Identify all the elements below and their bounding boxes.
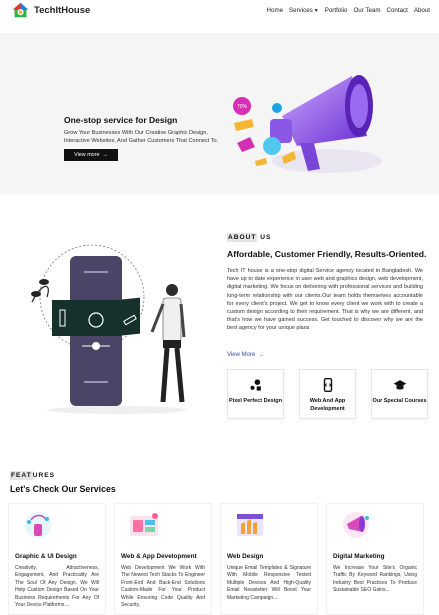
- design-tools-icon: [25, 512, 51, 538]
- service-text: Creativity, Attractiveness, Engagement, …: [15, 565, 99, 609]
- about-text: Tech IT house is a one-stop digital Serv…: [227, 268, 423, 332]
- service-title: Graphic & UI Design: [15, 553, 77, 560]
- main-menu: Home Services▼ Portfolio Our Team Contac…: [267, 7, 430, 14]
- megaphone-illustration: 70%: [233, 75, 382, 173]
- menu-home[interactable]: Home: [267, 7, 284, 14]
- shapes-icon: [249, 379, 261, 391]
- features-title: Let's Check Our Services: [10, 484, 116, 494]
- hero-text: Grow Your Businesses With Our Creative G…: [64, 130, 219, 144]
- service-title: Web Design: [227, 553, 264, 560]
- top-navbar: TechItHouse Home Services▼ Portfolio Our…: [0, 0, 439, 30]
- chevron-down-icon: ▼: [313, 8, 319, 14]
- service-card-web-design[interactable]: Web Design Unique Email Templates & Sign…: [220, 503, 318, 615]
- mobile-code-icon: [323, 378, 332, 392]
- view-more-button[interactable]: View more →: [64, 149, 118, 161]
- about-title: Affordable, Customer Friendly, Results-O…: [227, 249, 427, 259]
- card-pixel-perfect-design[interactable]: Pixel Perfect Design: [227, 369, 284, 419]
- view-more-label: View more: [74, 152, 100, 158]
- arrow-right-icon: →: [258, 352, 265, 358]
- brand-name[interactable]: TechItHouse: [34, 5, 90, 16]
- megaphone-icon: [343, 512, 369, 538]
- menu-about[interactable]: About: [414, 7, 430, 14]
- hero-title: One-stop service for Design: [64, 115, 178, 125]
- service-text: Web Development We Work With The Newest …: [121, 565, 205, 609]
- service-card-digital-marketing[interactable]: Digital Marketing We Increase Your Site'…: [326, 503, 424, 615]
- about-kicker: ABOUT US: [227, 233, 272, 242]
- hero-section: One-stop service for Design Grow Your Bu…: [0, 33, 439, 195]
- service-title: Web & App Development: [121, 553, 197, 560]
- card-label: Pixel Perfect Design: [229, 398, 282, 404]
- service-title: Digital Marketing: [333, 553, 385, 560]
- view-more-link-label: View More: [227, 352, 256, 358]
- graduation-cap-icon: [393, 380, 406, 390]
- card-web-app-development[interactable]: Web And App Development: [299, 369, 356, 419]
- features-kicker-rest: URES: [32, 472, 56, 479]
- service-card-web-app[interactable]: Web & App Development Web Development We…: [114, 503, 212, 615]
- menu-our-team[interactable]: Our Team: [353, 7, 380, 14]
- about-kicker-rest: US: [257, 234, 272, 241]
- hero-badge-text: 70%: [237, 104, 248, 110]
- about-kicker-highlight: ABOUT: [227, 233, 258, 242]
- menu-services[interactable]: Services▼: [289, 7, 319, 14]
- service-text: Unique Email Templates & Signature With …: [227, 565, 311, 601]
- card-label: Web And App Development: [309, 398, 346, 412]
- about-feature-cards: Pixel Perfect Design Web And App Develop…: [227, 369, 428, 419]
- service-text: We Increase Your Site's Organic Traffic …: [333, 565, 417, 594]
- arrow-right-icon: →: [102, 152, 108, 158]
- service-card-graphic-ui[interactable]: Graphic & UI Design Creativity, Attracti…: [8, 503, 106, 615]
- web-design-icon: [237, 514, 263, 536]
- view-more-link[interactable]: View More →: [227, 352, 264, 358]
- web-app-icon: [130, 513, 158, 536]
- menu-portfolio[interactable]: Portfolio: [325, 7, 348, 14]
- menu-services-label: Services: [289, 7, 313, 14]
- menu-contact[interactable]: Contact: [387, 7, 408, 14]
- features-kicker-highlight: FEAT: [10, 471, 33, 480]
- features-kicker: FEATURES: [10, 471, 56, 480]
- techithouse-logo[interactable]: [12, 2, 29, 19]
- card-special-courses[interactable]: Our Special Courses: [371, 369, 428, 419]
- card-label: Our Special Courses: [372, 398, 427, 404]
- services-list: Graphic & UI Design Creativity, Attracti…: [8, 503, 424, 615]
- about-illustration: [31, 244, 187, 414]
